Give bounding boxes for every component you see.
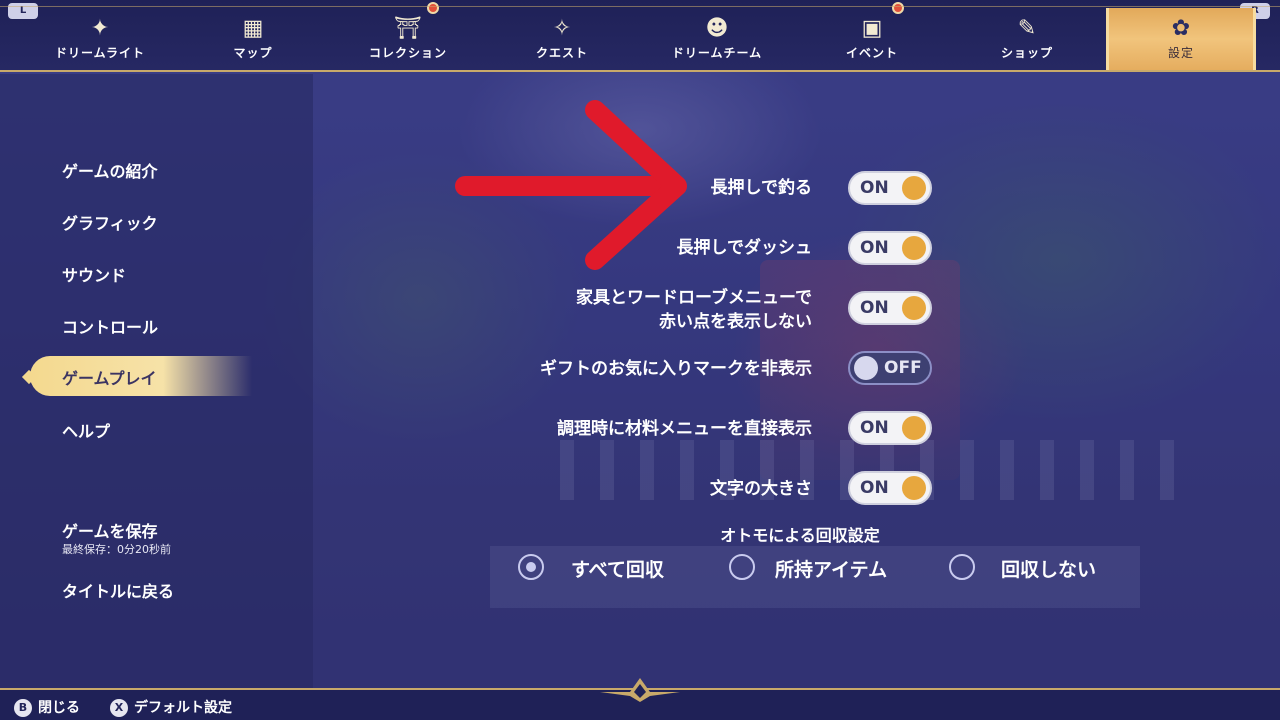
event-calendar-icon: ▣ — [861, 16, 883, 41]
toggle-state-text: ON — [860, 178, 889, 198]
tab-shop[interactable]: ✎ ショップ — [957, 14, 1097, 68]
bottom-emblem-icon — [600, 678, 680, 702]
top-nav-bar: L R ✦ ドリームライト ▦ マップ ⛩ コレクション ✧ クエスト ☻ ドリ… — [0, 0, 1280, 72]
recovery-settings-title: オトモによる回収設定 — [720, 526, 880, 545]
toggle-hide-red-dots[interactable]: ON — [848, 291, 932, 325]
quest-star-icon: ✧ — [552, 16, 572, 41]
default-settings-label: デフォルト設定 — [134, 700, 232, 716]
toggle-state-text: ON — [860, 298, 889, 318]
tab-label: マップ — [233, 46, 273, 60]
radio-label-owned-items[interactable]: 所持アイテム — [775, 555, 887, 582]
team-people-icon: ☻ — [705, 16, 729, 41]
tab-collection[interactable]: ⛩ コレクション — [338, 2, 478, 68]
setting-label-line: 家具とワードローブメニューで — [576, 288, 812, 308]
toggle-knob — [902, 476, 926, 500]
map-icon: ▦ — [242, 16, 264, 41]
sidebar-item-gameplay[interactable]: ゲームプレイ — [30, 356, 252, 396]
toggle-state-text: OFF — [884, 358, 922, 378]
settings-gear-icon: ✿ — [1171, 16, 1191, 41]
shop-tag-icon: ✎ — [1017, 16, 1037, 41]
tab-map[interactable]: ▦ マップ — [183, 14, 323, 68]
setting-label-line: 赤い点を表示しない — [659, 312, 812, 332]
toggle-knob — [902, 296, 926, 320]
toggle-state-text: ON — [860, 478, 889, 498]
setting-label-hide-red-dots: 家具とワードローブメニューで 赤い点を表示しない — [312, 286, 812, 334]
x-button-icon: X — [110, 699, 128, 717]
toggle-text-size[interactable]: ON — [848, 471, 932, 505]
b-button-icon: B — [14, 699, 32, 717]
red-annotation-arrow-icon — [455, 100, 687, 270]
toggle-state-text: ON — [860, 238, 889, 258]
dreamlight-sparkle-icon: ✦ — [90, 16, 110, 41]
notification-dot — [427, 2, 439, 14]
radio-collect-all[interactable] — [518, 554, 544, 580]
tab-dreamlight[interactable]: ✦ ドリームライト — [30, 14, 170, 68]
setting-label-cooking-ingredients: 調理時に材料メニューを直接表示 — [557, 419, 812, 439]
tab-label: 設定 — [1167, 46, 1194, 60]
tab-event[interactable]: ▣ イベント — [802, 2, 942, 68]
notification-dot — [892, 2, 904, 14]
radio-label-do-not-collect[interactable]: 回収しない — [1001, 555, 1096, 582]
toggle-state-text: ON — [860, 418, 889, 438]
sidebar-item-graphics[interactable]: グラフィック — [62, 210, 158, 234]
toggle-hide-gift-favorites[interactable]: OFF — [848, 351, 932, 385]
tab-dream-team[interactable]: ☻ ドリームチーム — [647, 14, 787, 68]
radio-label-collect-all[interactable]: すべて回収 — [571, 555, 664, 582]
toggle-knob — [902, 236, 926, 260]
sidebar-item-game-intro[interactable]: ゲームの紹介 — [62, 158, 158, 182]
toggle-knob — [902, 416, 926, 440]
last-saved-text: 最終保存：0分20秒前 — [62, 543, 171, 556]
toggle-cooking-ingredients[interactable]: ON — [848, 411, 932, 445]
back-to-title-button[interactable]: タイトルに戻る — [62, 578, 174, 602]
toggle-hold-to-dash[interactable]: ON — [848, 231, 932, 265]
sidebar-item-help[interactable]: ヘルプ — [62, 418, 110, 442]
close-hint[interactable]: B 閉じる — [14, 697, 80, 717]
radio-owned-items[interactable] — [729, 554, 755, 580]
sidebar-item-controls[interactable]: コントロール — [62, 314, 158, 338]
sidebar-item-sound[interactable]: サウンド — [62, 262, 126, 286]
radio-do-not-collect[interactable] — [949, 554, 975, 580]
save-game-button[interactable]: ゲームを保存 — [62, 518, 158, 542]
tab-quest[interactable]: ✧ クエスト — [492, 14, 632, 68]
toggle-knob — [854, 356, 878, 380]
toggle-hold-to-fish[interactable]: ON — [848, 171, 932, 205]
collection-pillar-icon: ⛩ — [394, 16, 422, 41]
setting-label-text-size: 文字の大きさ — [710, 479, 812, 499]
tab-label: コレクション — [368, 46, 447, 60]
tab-settings-inner: ✿ 設定 — [1111, 14, 1251, 68]
tab-label: イベント — [845, 46, 898, 60]
tab-label: ドリームチーム — [671, 46, 763, 60]
setting-label-hide-gift-favorites: ギフトのお気に入りマークを非表示 — [540, 359, 812, 379]
tab-label: ドリームライト — [54, 46, 146, 60]
close-label: 閉じる — [38, 700, 80, 716]
tab-settings[interactable]: ✿ 設定 — [1106, 8, 1256, 70]
toggle-knob — [902, 176, 926, 200]
sidebar-item-label: ゲームプレイ — [62, 369, 157, 388]
tab-label: ショップ — [1000, 46, 1053, 60]
tab-label: クエスト — [535, 46, 588, 60]
default-settings-hint[interactable]: X デフォルト設定 — [110, 697, 232, 717]
